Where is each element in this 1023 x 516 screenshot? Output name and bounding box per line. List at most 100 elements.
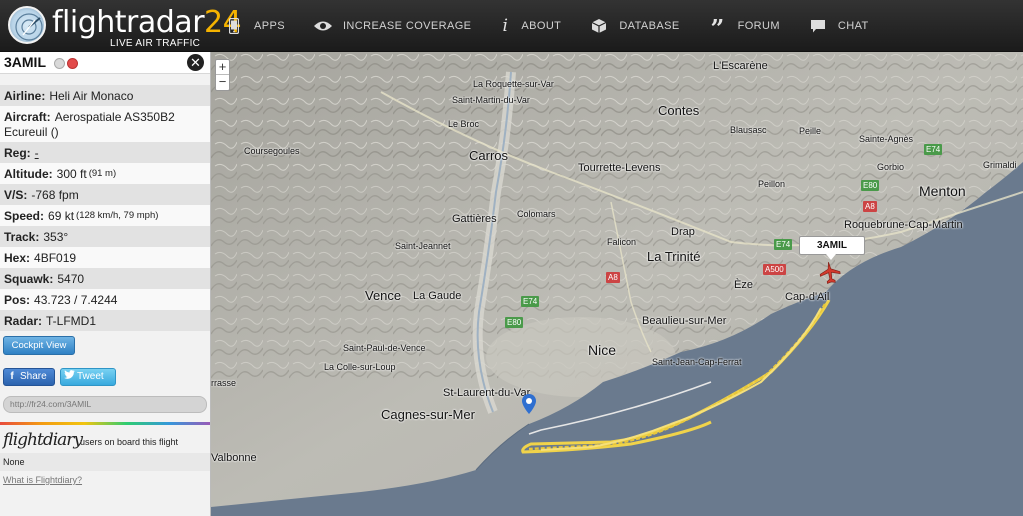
twitter-bird-icon <box>61 369 77 385</box>
aircraft-callsign-tag[interactable]: 3AMIL <box>799 236 865 260</box>
place-label: L'Escarène <box>713 60 768 72</box>
place-label: Tourrette-Levens <box>578 162 661 174</box>
panel-header: 3AMIL ✕ <box>0 52 210 74</box>
place-label: Gattières <box>452 213 497 225</box>
zoom-out-button[interactable]: − <box>216 75 229 90</box>
place-label: Cap-d'Ail <box>785 291 830 303</box>
place-label: Coursegoules <box>244 146 300 156</box>
row-altitude: Altitude: 300 ft (91 m) <box>0 163 210 184</box>
row-squawk: Squawk: 5470 <box>0 268 210 289</box>
place-label: Vence <box>365 288 402 303</box>
reg-label: Reg: <box>4 145 31 160</box>
nav-apps-label: APPS <box>254 20 285 32</box>
pos-label: Pos: <box>4 292 31 307</box>
nav-chat[interactable]: CHAT <box>808 0 869 52</box>
flight-info-panel: 3AMIL ✕ Airline: Heli Air Monaco Aircraf… <box>0 52 211 516</box>
tweet-button[interactable]: Tweet <box>60 368 116 386</box>
place-label: Le Broc <box>448 119 480 129</box>
pos-value: 43.723 / 7.4244 <box>34 292 118 307</box>
row-aircraft: Aircraft: Aerospatiale AS350B2 Ecureuil (… <box>0 106 210 142</box>
phone-icon <box>224 17 244 35</box>
row-reg: Reg: - <box>0 142 210 163</box>
place-label: Beaulieu-sur-Mer <box>642 315 727 327</box>
status-dot-icon <box>54 58 65 69</box>
track-label: Track: <box>4 229 40 244</box>
squawk-label: Squawk: <box>4 271 54 286</box>
share-label: Share <box>20 371 47 382</box>
row-speed: Speed: 69 kt (128 km/h, 79 mph) <box>0 205 210 226</box>
flight-callsign: 3AMIL <box>4 54 46 70</box>
place-label: St-Laurent-du-Var <box>443 387 531 399</box>
nav-apps[interactable]: APPS <box>224 0 285 52</box>
nav-about-label: ABOUT <box>521 20 562 32</box>
nav-forum[interactable]: ” FORUM <box>708 0 780 52</box>
nav-about[interactable]: i ABOUT <box>499 0 561 52</box>
top-bar: flightradar24 LIVE AIR TRAFFIC APPS INCR… <box>0 0 1023 52</box>
zoom-in-button[interactable]: + <box>216 60 229 75</box>
flightradar24-logo[interactable]: flightradar24 LIVE AIR TRAFFIC <box>6 4 242 49</box>
nav-forum-label: FORUM <box>737 20 780 32</box>
place-label: rrasse <box>211 378 237 388</box>
facebook-share-button[interactable]: f Share <box>3 368 55 386</box>
place-label: Colomars <box>517 209 556 219</box>
nav-database[interactable]: DATABASE <box>589 0 679 52</box>
nav-database-label: DATABASE <box>619 20 680 32</box>
place-label: Gorbio <box>877 162 905 172</box>
place-label: Nice <box>588 342 617 358</box>
road-shield: A8 <box>863 201 877 212</box>
nav-chat-label: CHAT <box>837 20 869 32</box>
squawk-value: 5470 <box>57 271 85 286</box>
quote-icon: ” <box>710 14 725 43</box>
share-url-field[interactable]: http://fr24.com/3AMIL <box>3 396 207 413</box>
close-panel-button[interactable]: ✕ <box>187 54 204 71</box>
speech-bubble-icon <box>808 17 828 35</box>
vs-value: -768 fpm <box>31 187 79 202</box>
what-is-flightdiary-link[interactable]: What is Flightdiary? <box>3 475 82 485</box>
place-label: Roquebrune-Cap-Martin <box>844 219 963 231</box>
eye-icon <box>313 17 333 35</box>
place-label: Menton <box>919 183 966 199</box>
map-view[interactable]: + − L'Escarène La Roquette-sur-Var Saint… <box>211 52 1023 516</box>
track-value: 353° <box>43 229 69 244</box>
place-label: Saint-Paul-de-Vence <box>343 343 426 353</box>
hex-value: 4BF019 <box>34 250 77 265</box>
place-label: Blausasc <box>730 125 767 135</box>
logo-tagline: LIVE AIR TRAFFIC <box>110 38 201 49</box>
place-label: Peille <box>799 126 822 136</box>
road-shield: E80 <box>505 317 524 328</box>
radar-value: T-LFMD1 <box>46 313 97 328</box>
radar-label: Radar: <box>4 313 43 328</box>
color-divider <box>0 422 210 425</box>
place-label: Sainte-Agnès <box>859 134 914 144</box>
row-vertical-speed: V/S: -768 fpm <box>0 184 210 205</box>
road-shield: A500 <box>763 264 786 275</box>
nav-increase-coverage[interactable]: INCREASE COVERAGE <box>313 0 471 52</box>
place-label: Grimaldi <box>983 160 1017 170</box>
airline-label: Airline: <box>4 88 46 103</box>
place-label: La Trinité <box>647 249 701 264</box>
place-label: Drap <box>671 226 695 238</box>
place-label: La Gaude <box>413 290 462 302</box>
vs-label: V/S: <box>4 187 28 202</box>
main-nav: APPS INCREASE COVERAGE i ABOUT DATABASE … <box>224 0 897 52</box>
speed-label: Speed: <box>4 208 45 223</box>
flightdiary-caption: users on board this flight <box>80 437 179 447</box>
row-track: Track: 353° <box>0 226 210 247</box>
logo-wordmark: flightradar24 <box>52 5 242 40</box>
place-label: Saint-Jeannet <box>395 241 451 251</box>
cockpit-view-button[interactable]: Cockpit View <box>3 336 75 355</box>
place-label: Èze <box>734 279 753 291</box>
radar-globe-icon <box>8 6 46 44</box>
altitude-label: Altitude: <box>4 166 53 181</box>
place-label: La Roquette-sur-Var <box>473 79 554 89</box>
flightdiary-logo[interactable]: flightdiary <box>3 430 83 450</box>
place-label: Cagnes-sur-Mer <box>381 407 475 422</box>
place-label: Contes <box>658 103 700 118</box>
road-shield: A8 <box>606 272 620 283</box>
reg-value[interactable]: - <box>35 146 39 160</box>
facebook-icon: f <box>10 371 14 382</box>
alert-dot-icon <box>67 58 78 69</box>
altitude-value: 300 ft <box>56 166 87 181</box>
zoom-control: + − <box>215 59 230 91</box>
place-label: Peillon <box>758 179 786 189</box>
